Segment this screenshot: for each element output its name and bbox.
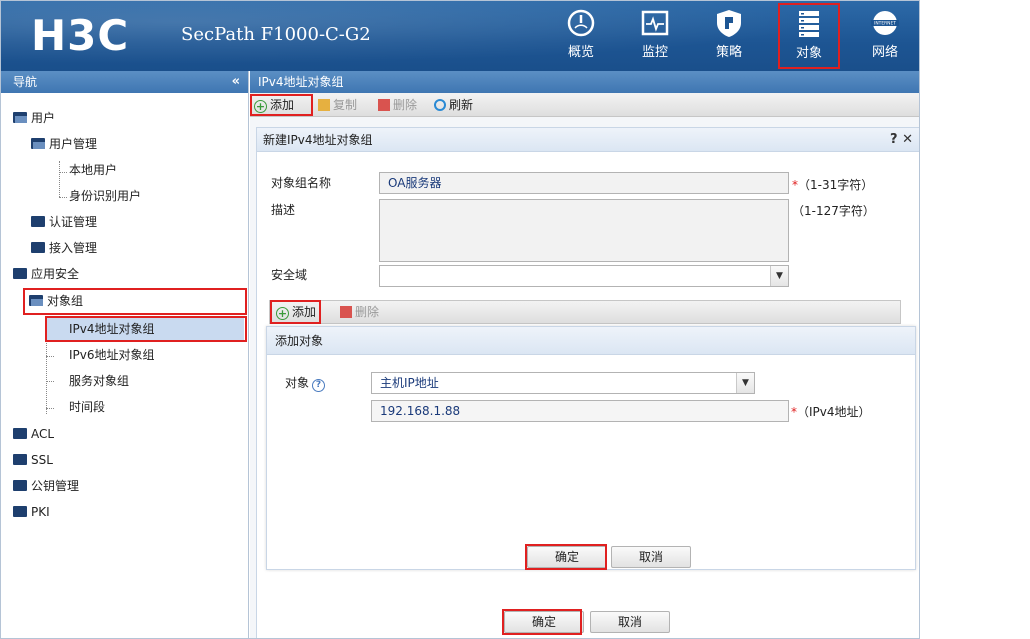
sidebar-item-auth-management[interactable]: 认证管理 [31, 211, 97, 233]
folder-icon [13, 454, 27, 465]
add-object-header: 添加对象 [267, 327, 915, 355]
toolbar: + 添加 复制 删除 刷新 [250, 93, 919, 117]
sidebar-item-users[interactable]: 用户 [13, 107, 55, 129]
folder-icon [13, 268, 27, 279]
sidebar-item-user-management[interactable]: 用户管理 [31, 133, 97, 155]
help-icon[interactable]: ? [312, 379, 326, 392]
sidebar-item-pki[interactable]: PKI [13, 501, 50, 523]
object-type-select[interactable]: 主机IP地址 ▼ [371, 372, 755, 394]
sidebar-item-acl[interactable]: ACL [13, 423, 54, 445]
folder-icon [31, 242, 45, 253]
dialog-header: 新建IPv4地址对象组 ? ✕ [257, 128, 919, 152]
sidebar-item-access-management[interactable]: 接入管理 [31, 237, 97, 259]
sidebar-item-local-users[interactable]: 本地用户 [69, 159, 117, 181]
help-close-icons[interactable]: ? ✕ [890, 128, 913, 152]
sidebar-item-identity-users[interactable]: 身份识别用户 [69, 185, 141, 207]
folder-open-icon [31, 138, 45, 149]
monitor-icon [641, 10, 669, 36]
folder-icon [13, 428, 27, 439]
object-label: 对象? [285, 374, 326, 392]
trash-icon [378, 99, 390, 111]
nav-monitor[interactable]: 监控 [623, 4, 687, 66]
sidebar-title: 导航 [13, 75, 38, 89]
navigation-sidebar: 导航 « 用户 用户管理 本地用户 身份识别用户 认证管理 接入管理 应用安全 … [1, 71, 249, 638]
sidebar-item-public-key[interactable]: 公钥管理 [13, 475, 79, 497]
nav-network[interactable]: INTERNET 网络 [853, 4, 917, 66]
folder-icon [13, 506, 27, 517]
sidebar-item-time-range[interactable]: 时间段 [69, 396, 105, 418]
group-name-hint: *（1-31字符） [792, 178, 874, 192]
description-label: 描述 [271, 203, 296, 217]
sidebar-item-ipv4-object-group[interactable]: IPv4地址对象组 [69, 318, 155, 340]
nav-network-label: 网络 [871, 45, 898, 60]
host-ip-input[interactable]: 192.168.1.88 [371, 400, 789, 422]
nav-object[interactable]: 对象 [778, 3, 840, 69]
member-toolbar: + 添加 删除 [269, 300, 901, 324]
top-header: H3C SecPath F1000-C-G2 概览 监控 策略 对象 INTER… [1, 1, 919, 71]
internet-globe-icon: INTERNET [871, 11, 899, 35]
shield-icon [717, 10, 741, 37]
sidebar-header: 导航 « [1, 71, 248, 93]
security-zone-label: 安全域 [271, 268, 308, 282]
ip-hint: *（IPv4地址） [791, 405, 871, 419]
folder-open-icon [29, 295, 43, 306]
group-name-label: 对象组名称 [271, 176, 332, 190]
page-title: IPv4地址对象组 [250, 71, 919, 93]
delete-button[interactable]: 删除 [378, 96, 417, 114]
refresh-icon [434, 99, 446, 111]
sidebar-item-service-object-group[interactable]: 服务对象组 [69, 370, 129, 392]
delete-member-button[interactable]: 删除 [340, 303, 379, 321]
dialog-cancel-button[interactable]: 取消 [590, 611, 670, 633]
server-stack-icon [799, 11, 819, 37]
security-zone-select[interactable]: ▼ [379, 265, 789, 287]
nav-overview[interactable]: 概览 [549, 4, 613, 66]
collapse-sidebar-button[interactable]: « [232, 71, 240, 93]
trash-icon [340, 306, 352, 318]
folder-icon [13, 480, 27, 491]
refresh-button[interactable]: 刷新 [434, 96, 473, 114]
chevron-down-icon: ▼ [736, 373, 754, 393]
sidebar-item-app-security[interactable]: 应用安全 [13, 263, 79, 285]
nav-policy[interactable]: 策略 [697, 4, 761, 66]
description-hint: （1-127字符） [792, 204, 875, 218]
chevron-down-icon: ▼ [770, 266, 788, 286]
internet-badge-text: INTERNET [874, 21, 896, 27]
folder-icon [31, 216, 45, 227]
nav-overview-label: 概览 [567, 45, 594, 60]
copy-icon [318, 99, 330, 111]
dialog-title: 新建IPv4地址对象组 [263, 133, 373, 147]
nav-monitor-label: 监控 [641, 45, 668, 60]
group-name-input[interactable]: OA服务器 [379, 172, 789, 194]
product-name: SecPath F1000-C-G2 [181, 24, 371, 45]
nav-policy-label: 策略 [715, 45, 742, 60]
dashboard-icon [567, 9, 595, 37]
sidebar-item-object-groups[interactable]: 对象组 [29, 290, 83, 312]
app-window: H3C SecPath F1000-C-G2 概览 监控 策略 对象 INTER… [0, 0, 920, 639]
sidebar-item-ssl[interactable]: SSL [13, 449, 53, 471]
h3c-logo: H3C [31, 11, 130, 60]
main-content: IPv4地址对象组 + 添加 复制 删除 刷新 新建IPv4地址对象组 ? ✕ 对… [250, 71, 919, 638]
add-object-dialog: 添加对象 对象? 主机IP地址 ▼ 192.168.1.88 *（IPv4地址）… [266, 326, 916, 570]
sidebar-item-ipv6-object-group[interactable]: IPv6地址对象组 [69, 344, 155, 366]
folder-open-icon [13, 112, 27, 123]
add-object-cancel-button[interactable]: 取消 [611, 546, 691, 568]
copy-button[interactable]: 复制 [318, 96, 357, 114]
nav-object-label: 对象 [795, 46, 822, 61]
description-textarea[interactable] [379, 199, 789, 262]
